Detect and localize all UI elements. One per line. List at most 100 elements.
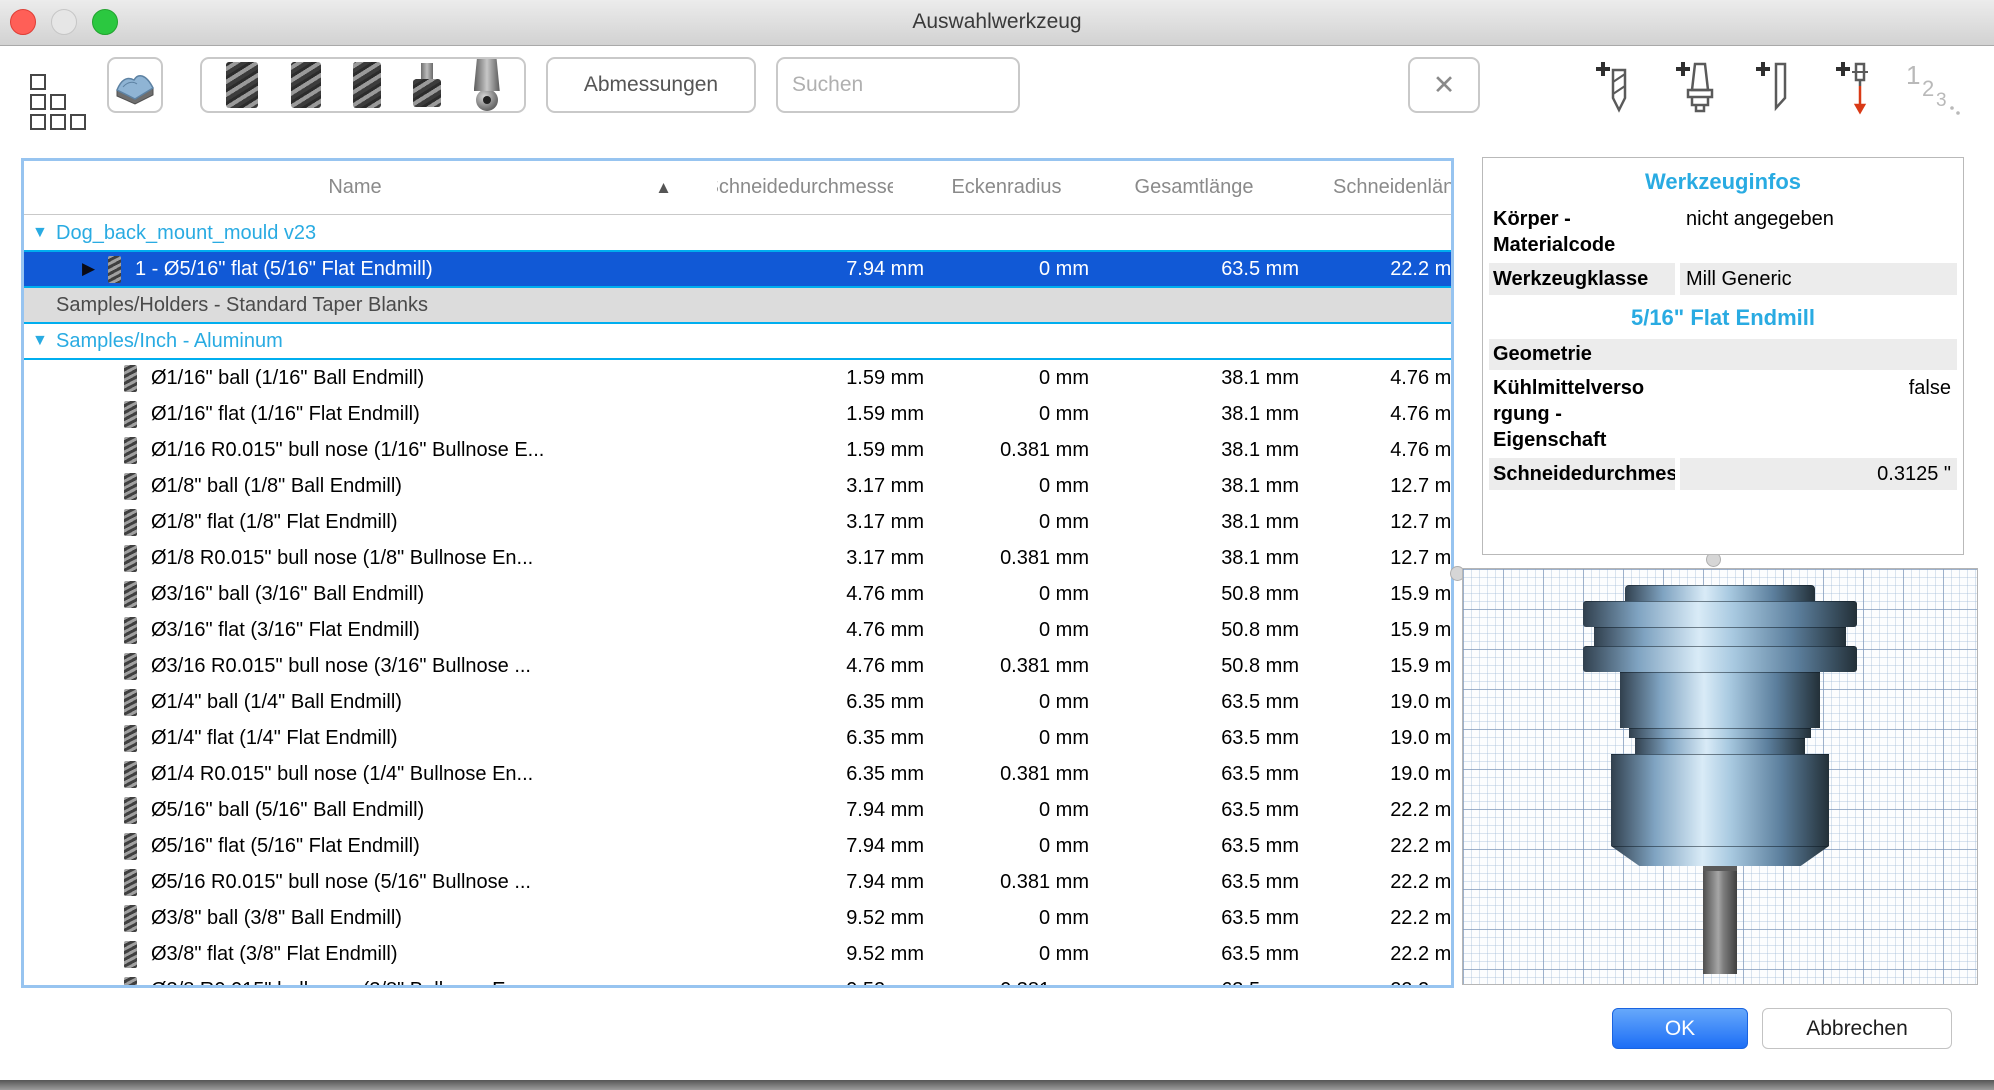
table-row-tool[interactable]: Ø3/8" flat (3/8" Flat Endmill)9.52 mm0 m… <box>24 936 1454 972</box>
table-row-tool[interactable]: Ø1/8 R0.015" bull nose (1/8" Bullnose En… <box>24 540 1454 576</box>
tool-holder-render <box>1463 585 1977 974</box>
table-row-group[interactable]: ▼Dog_back_mount_mould v23 <box>24 216 1454 252</box>
ok-button[interactable]: OK <box>1612 1008 1748 1049</box>
column-header-name[interactable]: Name ▲ <box>24 176 686 199</box>
endmill-icon <box>124 509 137 536</box>
chamfer-endmill-icon[interactable] <box>413 63 441 107</box>
tool-name: Ø3/16 R0.015" bull nose (3/16" Bullnose … <box>151 655 531 678</box>
clear-filter-button[interactable]: ✕ <box>1408 57 1480 113</box>
bullnose-endmill-icon[interactable] <box>353 62 381 108</box>
column-header-name-label: Name <box>328 176 381 198</box>
tool-preview-canvas[interactable] <box>1462 568 1978 985</box>
tool-library-icon[interactable] <box>26 74 90 134</box>
table-row-tool[interactable]: Ø1/16" flat (1/16" Flat Endmill)1.59 mm0… <box>24 396 1454 432</box>
table-row-tool[interactable]: Ø1/4 R0.015" bull nose (1/4" Bullnose En… <box>24 756 1454 792</box>
table-row-tool[interactable]: Ø1/8" ball (1/8" Ball Endmill)3.17 mm0 m… <box>24 468 1454 504</box>
table-row-tool[interactable]: Ø5/16" flat (5/16" Flat Endmill)7.94 mm0… <box>24 828 1454 864</box>
cutting-length-cell: 12.7 mm <box>1299 547 1454 570</box>
endmill-icon <box>124 833 137 860</box>
holder-neck <box>1620 672 1820 728</box>
renumber-tools-button[interactable]: 1 2 3 <box>1900 56 1966 116</box>
document-tools-filter-button[interactable] <box>107 57 163 113</box>
column-header-corner-radius[interactable]: Eckenradius <box>924 176 1089 199</box>
add-probe-button[interactable] <box>1828 56 1878 116</box>
tool-name-cell: Ø3/8" ball (3/8" Ball Endmill) <box>24 905 686 932</box>
facemill-shank <box>474 59 500 91</box>
table-row-tool[interactable]: Ø1/16 R0.015" bull nose (1/16" Bullnose … <box>24 432 1454 468</box>
cutting-length-cell: 22.2 mm <box>1299 799 1454 822</box>
column-header-overall-length[interactable]: Gesamtlänge <box>1089 176 1299 199</box>
library-square <box>30 74 46 90</box>
table-row-group[interactable]: Samples/Holders - Standard Taper Blanks <box>24 288 1454 324</box>
add-mill-tool-button[interactable] <box>1588 56 1638 116</box>
tool-name-cell: Ø5/16 R0.015" bull nose (5/16" Bullnose … <box>24 869 686 896</box>
tool-name: Ø1/4 R0.015" bull nose (1/4" Bullnose En… <box>151 763 533 786</box>
table-row-tool[interactable]: Ø3/16" ball (3/16" Ball Endmill)4.76 mm0… <box>24 576 1454 612</box>
cutting-length-cell: 22.2 mm <box>1299 943 1454 966</box>
tool-name-cell: Ø1/8" ball (1/8" Ball Endmill) <box>24 473 686 500</box>
table-row-tool[interactable]: Ø3/8" ball (3/8" Ball Endmill)9.52 mm0 m… <box>24 900 1454 936</box>
endmill-type-filter-group[interactable] <box>200 57 526 113</box>
add-turning-tool-button[interactable] <box>1748 56 1798 116</box>
cutting-diameter-cell: 7.94 mm <box>686 799 924 822</box>
column-header-overall-length-label: Gesamtlänge <box>1135 176 1254 198</box>
endmill-icon <box>108 256 121 283</box>
corner-radius-cell: 0.381 mm <box>924 979 1089 986</box>
table-row-tool[interactable]: Ø1/16" ball (1/16" Ball Endmill)1.59 mm0… <box>24 360 1454 396</box>
cutting-length-cell: 15.9 mm <box>1299 583 1454 606</box>
table-row-tool[interactable]: Ø5/16" ball (5/16" Ball Endmill)7.94 mm0… <box>24 792 1454 828</box>
info-label: Werkzeugklasse <box>1489 263 1675 295</box>
library-square <box>70 114 86 130</box>
tool-name-cell: Ø1/16" ball (1/16" Ball Endmill) <box>24 365 686 392</box>
corner-radius-cell: 0 mm <box>924 475 1089 498</box>
endmill-icon <box>124 401 137 428</box>
overall-length-cell: 63.5 mm <box>1089 907 1299 930</box>
table-row-tool[interactable]: Ø5/16 R0.015" bull nose (5/16" Bullnose … <box>24 864 1454 900</box>
cancel-button[interactable]: Abbrechen <box>1762 1008 1952 1049</box>
table-row-tool[interactable]: Ø3/8 R0.015" bull nose (3/8" Bullnose En… <box>24 972 1454 985</box>
overall-length-cell: 38.1 mm <box>1089 439 1299 462</box>
info-label: Körper - Materialcode <box>1489 203 1675 261</box>
flat-endmill-icon[interactable] <box>226 62 258 108</box>
endmill-flutes <box>413 79 441 107</box>
facemill-insert <box>476 89 498 111</box>
ball-endmill-icon[interactable] <box>291 62 321 108</box>
table-row-tool[interactable]: Ø1/4" flat (1/4" Flat Endmill)6.35 mm0 m… <box>24 720 1454 756</box>
desktop-edge <box>0 1080 1994 1090</box>
tool-name-cell: Ø1/8" flat (1/8" Flat Endmill) <box>24 509 686 536</box>
tool-name-cell: Ø1/16 R0.015" bull nose (1/16" Bullnose … <box>24 437 686 464</box>
overall-length-cell: 63.5 mm <box>1089 979 1299 986</box>
column-header-cutting-length[interactable]: Schneidenlänge <box>1299 176 1454 199</box>
table-row-tool[interactable]: ▶1 - Ø5/16" flat (5/16" Flat Endmill)7.9… <box>24 252 1454 288</box>
disclosure-icon[interactable]: ▶ <box>82 259 108 279</box>
endmill-icon <box>124 797 137 824</box>
tool-name-cell: Ø1/4" ball (1/4" Ball Endmill) <box>24 689 686 716</box>
column-header-cutting-length-label: Schneidenlänge <box>1333 176 1454 198</box>
cutting-length-cell: 22.2 mm <box>1299 979 1454 986</box>
column-header-cutting-diameter[interactable]: Schneidedurchmesser <box>686 176 924 199</box>
holder-body <box>1611 754 1829 846</box>
table-row-group[interactable]: ▼Samples/Inch - Aluminum <box>24 324 1454 360</box>
table-row-tool[interactable]: Ø3/16 R0.015" bull nose (3/16" Bullnose … <box>24 648 1454 684</box>
add-turning-tool-icon <box>1748 56 1798 116</box>
table-row-tool[interactable]: Ø3/16" flat (3/16" Flat Endmill)4.76 mm0… <box>24 612 1454 648</box>
overall-length-cell: 38.1 mm <box>1089 511 1299 534</box>
tool-name: Ø1/8" flat (1/8" Flat Endmill) <box>151 511 398 534</box>
overall-length-cell: 38.1 mm <box>1089 475 1299 498</box>
endmill-icon <box>124 869 137 896</box>
collapse-triangle-icon[interactable]: ▼ <box>32 332 56 350</box>
face-mill-icon[interactable] <box>474 59 500 111</box>
corner-radius-cell: 0 mm <box>924 799 1089 822</box>
overall-length-cell: 38.1 mm <box>1089 547 1299 570</box>
dimensions-button[interactable]: Abmessungen <box>546 57 756 113</box>
table-row-tool[interactable]: Ø1/4" ball (1/4" Ball Endmill)6.35 mm0 m… <box>24 684 1454 720</box>
collapse-triangle-icon[interactable]: ▼ <box>32 224 56 242</box>
search-input[interactable] <box>776 57 1020 113</box>
add-holder-button[interactable] <box>1668 56 1718 116</box>
cutting-length-cell: 15.9 mm <box>1299 619 1454 642</box>
tool-name-cell: Ø3/8" flat (3/8" Flat Endmill) <box>24 941 686 968</box>
table-row-tool[interactable]: Ø1/8" flat (1/8" Flat Endmill)3.17 mm0 m… <box>24 504 1454 540</box>
corner-radius-cell: 0 mm <box>924 907 1089 930</box>
endmill-icon <box>124 617 137 644</box>
overall-length-cell: 63.5 mm <box>1089 727 1299 750</box>
